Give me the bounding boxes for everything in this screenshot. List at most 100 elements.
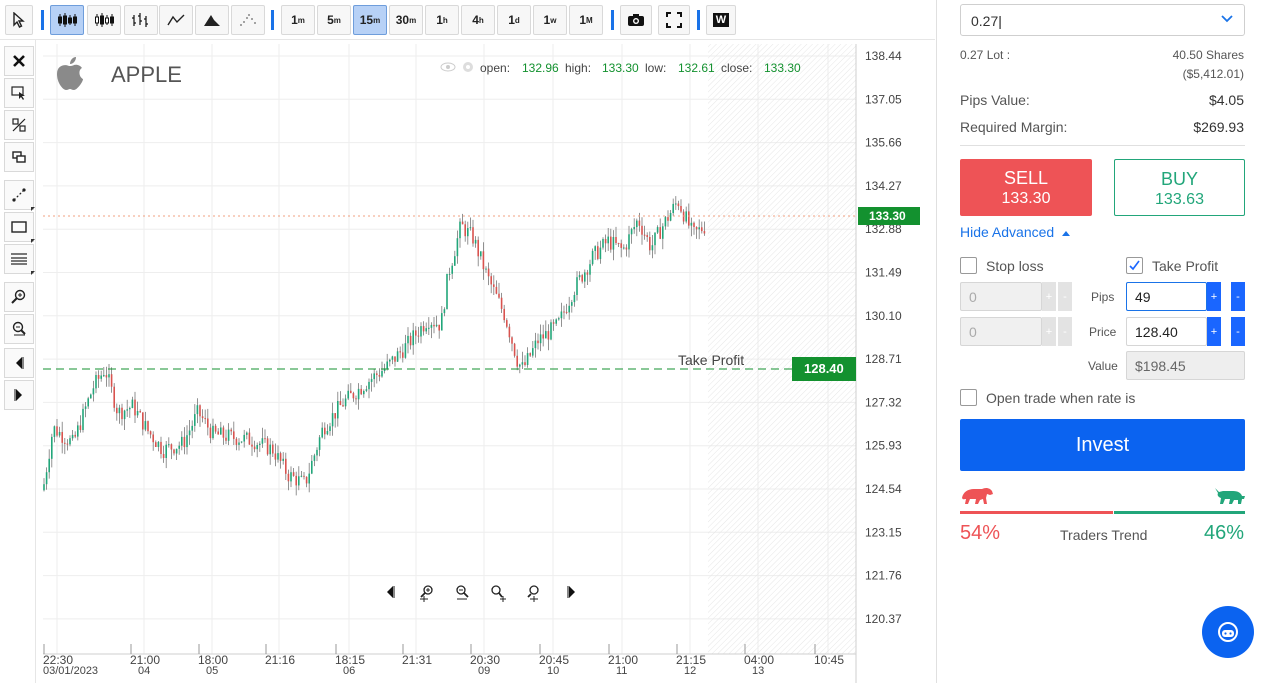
time-tick-label: 21:31 [402,653,432,667]
delete-drawings-button[interactable] [4,46,34,76]
zoom-out-tool-button[interactable] [4,314,34,344]
timeframe-4h-button[interactable]: 4h [461,5,495,35]
price-tick-label: 131.49 [865,266,902,280]
candle-body-down [214,425,217,432]
zoom-in-icon[interactable] [420,585,433,602]
timeframe-5m-button[interactable]: 5m [317,5,351,35]
rectangle-tool-button[interactable] [4,212,35,243]
timeframe-unit: m [409,15,417,25]
stop-loss-price-increment[interactable]: + [1042,317,1056,346]
take-profit-pips-input[interactable]: 49 [1126,282,1207,311]
stop-loss-price-decrement[interactable]: - [1058,317,1072,346]
candle-body-up [118,407,121,414]
candle-body-up [238,442,240,445]
toolbar-separator [41,10,44,30]
stop-loss-pips-increment[interactable]: + [1042,282,1056,311]
open-when-rate-checkbox[interactable] [960,389,977,406]
candle-body-up [459,221,461,239]
shares-value: ($5,412.01) [1182,67,1244,81]
stop-loss-checkbox[interactable] [960,257,977,274]
zoom-in-tool-button[interactable] [4,282,34,312]
settings-gear-icon[interactable] [463,62,473,72]
candle-body-up [534,340,537,349]
take-profit-pips-decrement[interactable]: - [1231,282,1245,311]
candle-body-down [230,429,232,432]
future-area-shading [708,44,856,654]
timeframe-1h-button[interactable]: 1h [425,5,459,35]
take-profit-price-decrement[interactable]: - [1231,317,1245,346]
hide-advanced-link[interactable]: Hide Advanced [960,224,1071,240]
caret-left-icon [16,357,24,369]
crosshair-tool-button[interactable] [4,110,34,140]
dots-chart-button[interactable] [231,5,265,35]
candle-body-up [612,237,615,250]
stop-loss-pips-decrement[interactable]: - [1058,282,1072,311]
line-chart-button[interactable] [159,5,193,35]
screenshot-button[interactable] [620,5,652,35]
timeframe-15m-button[interactable]: 15 m [353,5,387,35]
take-profit-checkbox[interactable] [1126,257,1143,274]
candle-body-up [669,213,672,221]
stop-loss-pips-input[interactable]: 0 [960,282,1042,311]
pips-value-label: Pips Value: [960,92,1030,108]
scroll-right-button[interactable] [4,380,34,410]
candle-body-up [103,375,105,377]
candle-body-down [695,227,698,230]
pointer-tool-button[interactable] [5,5,33,35]
candle-body-up [82,408,84,430]
reset-zoom-icon[interactable] [527,585,539,602]
candle-body-up [58,432,61,436]
scroll-left-icon[interactable] [387,586,395,598]
price-chart[interactable]: 138.44 137.05 135.66 134.27 132.88 131.49 130.… [43,44,935,683]
visibility-eye-icon[interactable] [440,62,456,72]
scroll-left-button[interactable] [4,348,34,378]
lot-size-select[interactable]: 0.27| [960,4,1245,36]
timeframe-label: 1 [579,13,586,27]
candle-body-up [456,238,459,257]
stop-loss-price-input[interactable]: 0 [960,317,1042,346]
candle-body-up [404,343,407,358]
candle-body-down [493,284,495,287]
zoom-out-icon[interactable] [456,585,469,600]
candle-body-down [409,335,412,346]
hollow-candles-button[interactable] [87,5,121,35]
candle-body-down [360,388,362,395]
timeframe-30m-button[interactable]: 30 m [389,5,423,35]
select-drawing-button[interactable] [4,78,34,108]
candle-body-down [183,436,186,448]
timeframe-1m-button[interactable]: 1m [281,5,315,35]
candle-body-up [521,362,524,365]
take-profit-price-increment[interactable]: + [1207,317,1221,346]
take-profit-pips-increment[interactable]: + [1207,282,1221,311]
candle-body-up [259,443,261,445]
clone-drawing-button[interactable] [4,142,34,172]
timeframe-1w-button[interactable]: 1w [533,5,567,35]
buy-button[interactable]: BUY 133.63 [1114,159,1245,216]
trend-line-tool-button[interactable] [4,180,35,211]
chart-canvas[interactable]: 138.44137.05135.66134.27132.88131.49130.… [43,44,935,683]
area-chart-icon [204,15,220,26]
zoom-in-right-icon[interactable] [491,585,506,602]
horizontal-lines-tool-button[interactable] [4,244,35,275]
area-chart-button[interactable] [195,5,229,35]
candle-body-down [116,407,118,414]
fullscreen-button[interactable] [658,5,690,35]
sell-button[interactable]: SELL 133.30 [960,159,1092,216]
candles-chart-button[interactable] [50,5,84,35]
candle-body-up [331,413,334,427]
widget-button[interactable]: W [706,5,736,35]
timeframe-1d-button[interactable]: 1d [497,5,531,35]
candle-body-up [623,247,625,249]
support-chat-button[interactable] [1202,606,1254,658]
candle-body-down [542,334,544,339]
price-tick-label: 130.10 [865,309,902,323]
take-profit-price-input[interactable]: 128.40 [1126,317,1207,346]
invest-button[interactable]: Invest [960,419,1245,471]
scroll-right-icon[interactable] [567,586,575,598]
caret-right-icon [14,389,22,401]
candle-body-down [461,221,464,225]
timeframe-1M-button[interactable]: 1M [569,5,603,35]
candle-body-down [339,401,342,405]
candle-body-up [467,228,469,237]
ohlc-bars-button[interactable] [124,5,158,35]
